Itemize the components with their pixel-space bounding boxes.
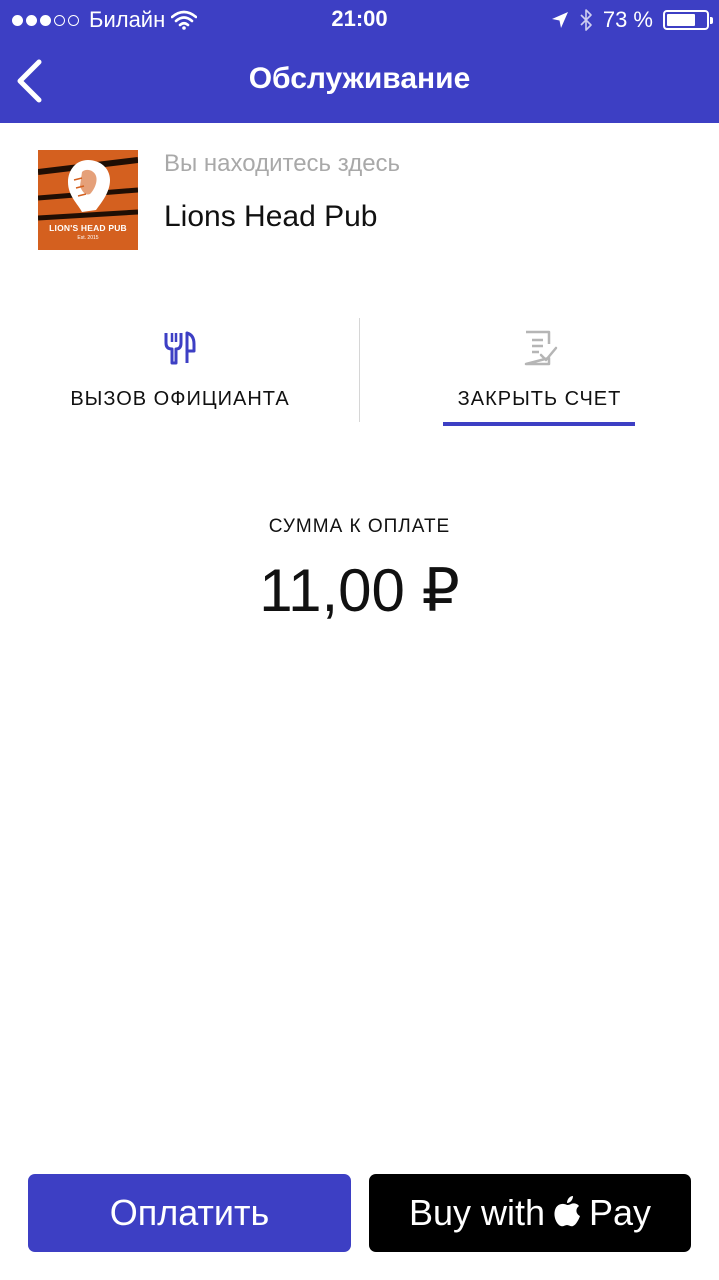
cutlery-icon (164, 331, 196, 365)
amount-value: 11,00 ₽ (259, 557, 460, 624)
active-tab-indicator (443, 422, 635, 426)
venue-logo-text: LION'S HEAD PUB (49, 223, 127, 233)
venue-info: LION'S HEAD PUB Est. 2015 Вы находитесь … (38, 150, 688, 250)
amount-label: СУММА К ОПЛАТЕ (268, 516, 451, 537)
tab-close-bill-label: ЗАКРЫТЬ СЧЕТ (457, 388, 622, 410)
venue-logo-subtext: Est. 2015 (77, 235, 99, 241)
tab-call-waiter[interactable]: ВЫЗОВ ОФИЦИАНТА (0, 316, 360, 426)
tab-call-waiter-label: ВЫЗОВ ОФИЦИАНТА (70, 388, 290, 410)
pay-button[interactable]: Оплатить (28, 1174, 351, 1252)
apple-pay-prefix: Buy with (408, 1192, 545, 1233)
apple-pay-button[interactable]: Buy with Pay (369, 1174, 691, 1252)
bill-check-icon (524, 330, 557, 366)
battery-icon (663, 10, 713, 30)
tab-close-bill[interactable]: ЗАКРЫТЬ СЧЕТ (360, 316, 719, 426)
status-bar: Билайн 21:00 73 % (0, 0, 719, 40)
venue-caption: Вы находитесь здесь (164, 150, 401, 177)
status-right: 73 % (551, 7, 713, 33)
battery-percent: 73 % (602, 7, 653, 32)
location-arrow-icon (551, 12, 568, 28)
service-tabs: ВЫЗОВ ОФИЦИАНТА ЗАКРЫТЬ СЧЕТ (0, 316, 719, 426)
venue-name: Lions Head Pub (164, 200, 378, 233)
apple-pay-suffix: Pay (589, 1192, 652, 1233)
venue-logo: LION'S HEAD PUB Est. 2015 (38, 150, 138, 250)
navigation-bar: Обслуживание (0, 40, 719, 123)
page-title: Обслуживание (248, 62, 471, 95)
bluetooth-icon (580, 9, 592, 31)
apple-logo-icon (554, 1196, 580, 1227)
